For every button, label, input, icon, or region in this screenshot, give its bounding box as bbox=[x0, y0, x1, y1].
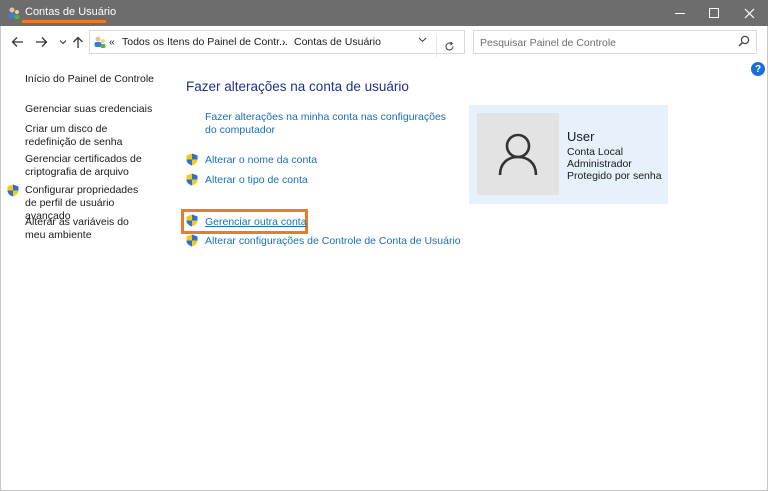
account-role: Administrador bbox=[567, 158, 632, 170]
sidebar-item-password-reset-disk[interactable]: Criar um disco de redefinição de senha bbox=[25, 123, 160, 149]
control-panel-icon bbox=[94, 36, 106, 48]
sidebar-item-manage-certificates[interactable]: Gerenciar certificados de criptografia d… bbox=[25, 153, 145, 179]
maximize-button[interactable] bbox=[697, 0, 731, 26]
sidebar-item-manage-credentials[interactable]: Gerenciar suas credenciais bbox=[25, 103, 155, 116]
link-pc-settings[interactable]: Fazer alterações na minha conta nas conf… bbox=[205, 111, 450, 137]
recent-locations-button[interactable] bbox=[55, 34, 71, 50]
avatar bbox=[477, 113, 559, 195]
chevron-down-icon bbox=[59, 40, 67, 45]
breadcrumb-separator[interactable]: › bbox=[282, 36, 286, 48]
minimize-icon bbox=[675, 12, 685, 14]
link-uac-settings[interactable]: Alterar configurações de Controle de Con… bbox=[205, 235, 461, 248]
link-manage-another-account[interactable]: Gerenciar outra conta bbox=[205, 216, 307, 229]
navigation-bar: « Todos os Itens do Painel de Contr... ›… bbox=[0, 26, 768, 60]
uac-shield-icon bbox=[186, 173, 198, 186]
window-title: Contas de Usuário bbox=[25, 6, 117, 18]
forward-button[interactable] bbox=[33, 34, 49, 50]
up-button[interactable] bbox=[70, 34, 86, 50]
close-icon bbox=[744, 8, 754, 18]
arrow-right-icon bbox=[35, 37, 47, 47]
breadcrumb-item-all-items[interactable]: Todos os Itens do Painel de Contr... bbox=[122, 36, 288, 48]
title-bar: Contas de Usuário bbox=[0, 0, 768, 26]
breadcrumb-overflow[interactable]: « bbox=[109, 36, 115, 48]
back-button[interactable] bbox=[9, 34, 25, 50]
arrow-left-icon bbox=[11, 37, 23, 47]
link-change-account-name[interactable]: Alterar o nome da conta bbox=[205, 154, 317, 167]
maximize-icon bbox=[709, 8, 719, 18]
refresh-button[interactable] bbox=[436, 35, 462, 57]
arrow-up-icon bbox=[73, 36, 83, 48]
sidebar-item-control-panel-home[interactable]: Início do Painel de Controle bbox=[25, 73, 155, 86]
address-bar[interactable]: « Todos os Itens do Painel de Contr... ›… bbox=[89, 30, 465, 57]
user-card: User Conta Local Administrador Protegido… bbox=[469, 105, 668, 204]
help-button[interactable]: ? bbox=[751, 62, 765, 76]
account-type-local: Conta Local bbox=[567, 146, 624, 158]
page-title: Fazer alterações na conta de usuário bbox=[186, 79, 409, 94]
search-box[interactable] bbox=[473, 30, 757, 54]
user-accounts-icon bbox=[8, 7, 20, 19]
refresh-icon bbox=[445, 41, 454, 50]
window-border-left bbox=[0, 26, 1, 491]
password-status: Protegido por senha bbox=[567, 170, 662, 182]
minimize-button[interactable] bbox=[663, 0, 697, 26]
search-icon[interactable] bbox=[738, 35, 750, 47]
user-icon bbox=[498, 133, 538, 176]
uac-shield-icon bbox=[186, 234, 198, 247]
uac-shield-icon bbox=[186, 153, 198, 166]
uac-shield-icon bbox=[7, 184, 19, 197]
close-button[interactable] bbox=[732, 0, 766, 26]
chevron-down-icon bbox=[418, 37, 427, 43]
sidebar-item-environment-variables[interactable]: Alterar as variáveis do meu ambiente bbox=[25, 216, 150, 242]
uac-shield-icon bbox=[186, 214, 198, 227]
breadcrumb-item-user-accounts[interactable]: Contas de Usuário bbox=[294, 36, 381, 48]
search-input[interactable] bbox=[480, 35, 730, 50]
user-name: User bbox=[567, 129, 595, 144]
title-highlight bbox=[22, 20, 106, 23]
address-dropdown-button[interactable] bbox=[418, 35, 427, 46]
link-change-account-type[interactable]: Alterar o tipo de conta bbox=[205, 174, 308, 187]
